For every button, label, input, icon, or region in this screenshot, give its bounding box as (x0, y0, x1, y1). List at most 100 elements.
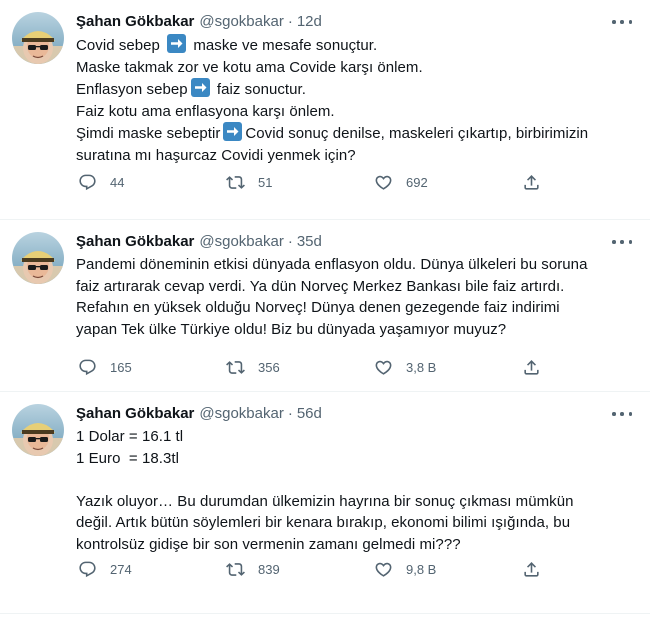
tweet[interactable]: Şahan Gökbakar @sgokbakar · 56d 1 Dolar … (0, 392, 650, 614)
tweet-text-line: Maske takmak zor ve kotu ama Covide karş… (76, 57, 634, 79)
retweet-button[interactable]: 51 (224, 171, 372, 193)
retweet-icon (224, 558, 246, 580)
right-arrow-emoji-icon (223, 122, 243, 141)
text-segment: yapan Tek ülke Türkiye oldu! Biz bu düny… (76, 320, 507, 338)
tweet-text-line: Pandemi döneminin etkisi dünyada enflasy… (76, 254, 634, 276)
text-segment: 1 Euro = 18.3tl (76, 449, 179, 467)
share-button[interactable] (520, 171, 554, 193)
tweet-header: Şahan Gökbakar @sgokbakar · 35d (76, 232, 634, 252)
reply-icon (76, 356, 98, 378)
retweet-button[interactable]: 356 (224, 356, 372, 378)
text-segment: Faiz kotu ama enflasyona karşı önlem. (76, 102, 335, 120)
tweet-header: Şahan Gökbakar @sgokbakar · 12d (76, 12, 634, 32)
tweet-timestamp[interactable]: 35d (297, 232, 322, 252)
like-button[interactable]: 9,8 B (372, 558, 520, 580)
text-segment: Pandemi döneminin etkisi dünyada enflasy… (76, 256, 588, 273)
author-name[interactable]: Şahan Gökbakar (76, 404, 194, 424)
tweet-actions: 44 51 692 (76, 171, 634, 193)
like-icon (372, 558, 394, 580)
tweet-timestamp[interactable]: 56d (297, 404, 322, 424)
tweet-actions: 274 839 9,8 B (76, 558, 634, 580)
retweet-icon (224, 356, 246, 378)
tweet-text-line: değil. Artık bütün söylemleri bir kenara… (76, 512, 634, 534)
more-icon[interactable] (612, 14, 632, 30)
reply-count: 165 (110, 359, 132, 375)
tweet-text-line (76, 469, 634, 491)
reply-icon (76, 558, 98, 580)
text-segment: Covid sebep (76, 37, 165, 54)
like-icon (372, 171, 394, 193)
text-segment: Maske takmak zor ve kotu ama Covide karş… (76, 58, 423, 76)
text-segment: Enflasyon sebep (76, 81, 188, 98)
share-button[interactable] (520, 558, 554, 580)
like-button[interactable]: 692 (372, 171, 520, 193)
text-segment: değil. Artık bütün söylemleri bir kenara… (76, 514, 571, 531)
tweet-text-line: Covid sebep maske ve mesafe sonuçtur. (76, 34, 634, 57)
retweet-count: 839 (258, 561, 280, 577)
tweet-text-line: Refahın en yüksek olduğu Norveç! Dünya d… (76, 297, 634, 319)
text-segment: kontrolsüz gidişe bir son vermenin zaman… (76, 535, 461, 553)
tweet[interactable]: Şahan Gökbakar @sgokbakar · 35d Pandemi … (0, 220, 650, 392)
like-button[interactable]: 3,8 B (372, 356, 520, 378)
retweet-count: 356 (258, 359, 280, 375)
text-segment: maske ve mesafe sonuçtur. (189, 37, 378, 54)
avatar[interactable] (12, 232, 64, 284)
tweet-text: Covid sebep maske ve mesafe sonuçtur. Mas… (76, 34, 634, 166)
tweet-text: Pandemi döneminin etkisi dünyada enflasy… (76, 254, 634, 340)
text-segment: suratına mı haşurcaz Covidi yenmek için? (76, 146, 356, 164)
text-segment: 1 Dolar = 16.1 tl (76, 428, 184, 445)
separator-dot: · (287, 233, 293, 250)
reply-icon (76, 171, 98, 193)
reply-count: 274 (110, 561, 132, 577)
reply-count: 44 (110, 174, 125, 190)
tweet-actions: 165 356 3,8 B (76, 356, 634, 378)
tweet-text-line: faiz artırarak cevap verdi. Ya dün Norve… (76, 276, 634, 298)
text-segment: Refahın en yüksek olduğu Norveç! Dünya d… (76, 299, 560, 316)
tweet-text-line: Faiz kotu ama enflasyona karşı önlem. (76, 101, 634, 123)
separator-dot: · (287, 13, 293, 30)
tweet-text-line: 1 Dolar = 16.1 tl (76, 426, 634, 448)
retweet-icon (224, 171, 246, 193)
text-segment: faiz artırarak cevap verdi. Ya dün Norve… (76, 277, 565, 295)
like-icon (372, 356, 394, 378)
more-icon[interactable] (612, 406, 632, 422)
avatar[interactable] (12, 404, 64, 456)
tweet[interactable]: Şahan Gökbakar @sgokbakar · 12d Covid se… (0, 0, 650, 220)
author-handle[interactable]: @sgokbakar (199, 404, 283, 424)
tweet-text-line: kontrolsüz gidişe bir son vermenin zaman… (76, 534, 634, 556)
right-arrow-emoji-icon (167, 34, 187, 53)
text-segment: Şimdi maske sebeptir (76, 125, 221, 142)
author-handle[interactable]: @sgokbakar (199, 12, 283, 32)
share-icon (520, 356, 542, 378)
like-count: 3,8 B (406, 359, 437, 375)
reply-button[interactable]: 44 (76, 171, 224, 193)
more-icon[interactable] (612, 234, 632, 250)
avatar[interactable] (12, 12, 64, 64)
like-count: 9,8 B (406, 561, 437, 577)
text-segment: Yazık oluyor… Bu durumdan ülkemizin hayr… (76, 492, 574, 510)
tweet-header: Şahan Gökbakar @sgokbakar · 56d (76, 404, 634, 424)
author-name[interactable]: Şahan Gökbakar (76, 12, 194, 32)
tweet-timestamp[interactable]: 12d (297, 12, 322, 32)
tweet-feed: Şahan Gökbakar @sgokbakar · 12d Covid se… (0, 0, 650, 614)
tweet-text: 1 Dolar = 16.1 tl 1 Euro = 18.3tl Yazık ol… (76, 426, 634, 555)
share-button[interactable] (520, 356, 554, 378)
tweet-text-line: Yazık oluyor… Bu durumdan ülkemizin hayr… (76, 491, 634, 513)
reply-button[interactable]: 274 (76, 558, 224, 580)
author-name[interactable]: Şahan Gökbakar (76, 232, 194, 252)
separator-dot: · (287, 405, 293, 422)
retweet-count: 51 (258, 174, 273, 190)
share-icon (520, 558, 542, 580)
right-arrow-emoji-icon (190, 78, 210, 97)
text-segment: Covid sonuç denilse, maskeleri çıkartıp,… (245, 125, 589, 142)
tweet-text-line: yapan Tek ülke Türkiye oldu! Biz bu düny… (76, 319, 634, 341)
tweet-text-line: 1 Euro = 18.3tl (76, 448, 634, 470)
author-handle[interactable]: @sgokbakar (199, 232, 283, 252)
like-count: 692 (406, 174, 428, 190)
retweet-button[interactable]: 839 (224, 558, 372, 580)
tweet-text-line: suratına mı haşurcaz Covidi yenmek için? (76, 145, 634, 167)
tweet-text-line: Şimdi maske sebeptir Covid sonuç denilse,… (76, 122, 634, 145)
reply-button[interactable]: 165 (76, 356, 224, 378)
tweet-text-line: Enflasyon sebep faiz sonuctur. (76, 78, 634, 101)
share-icon (520, 171, 542, 193)
